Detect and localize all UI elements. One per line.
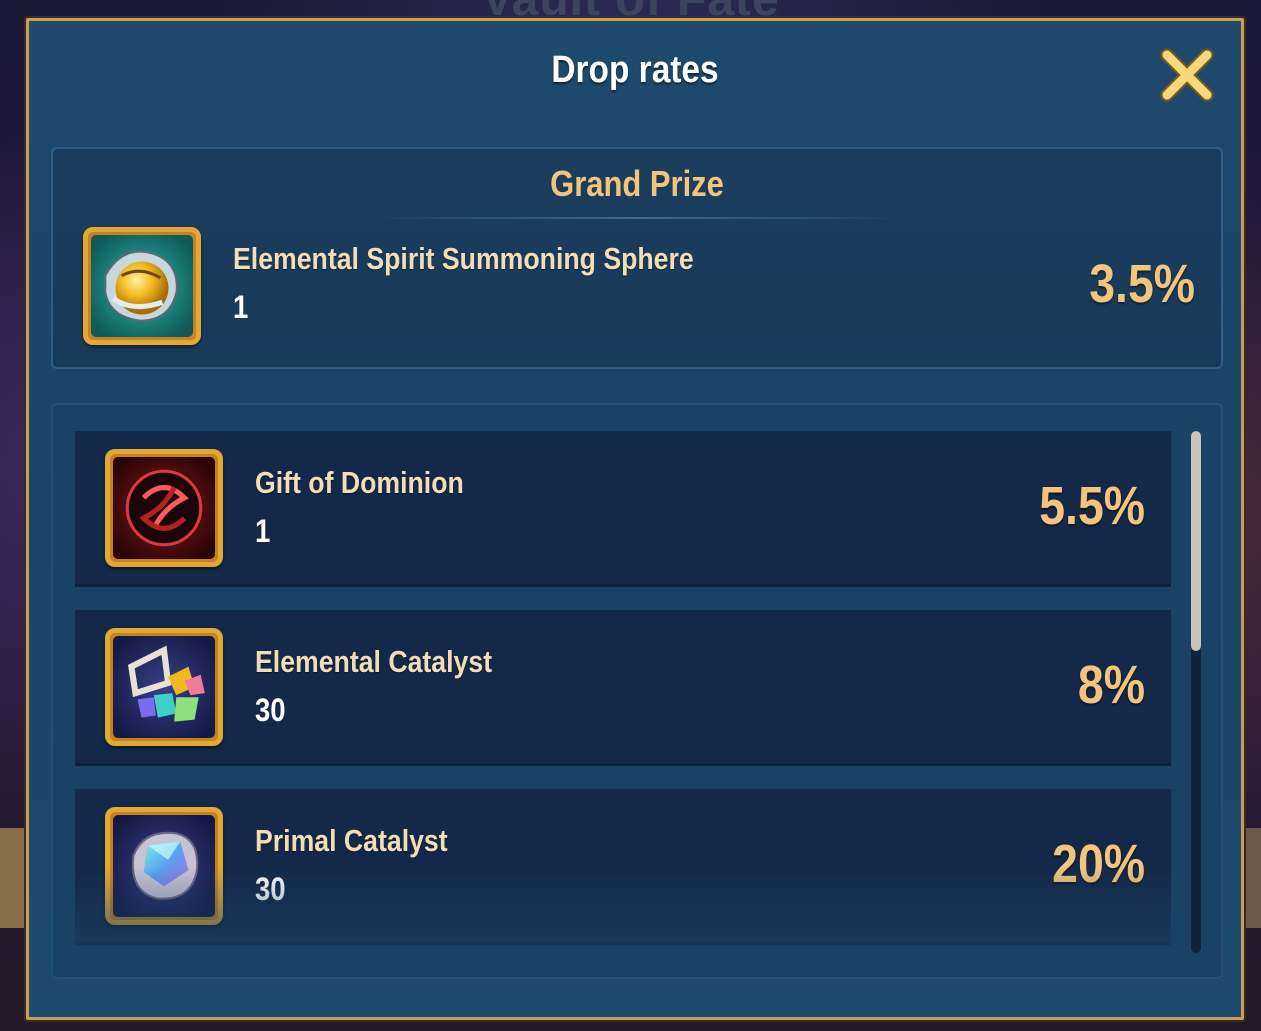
- background-tab-right: [1243, 828, 1261, 928]
- item-quantity: 1: [255, 513, 271, 549]
- item-quantity: 30: [255, 692, 286, 728]
- item-quantity: 30: [255, 871, 286, 907]
- item-name: Gift of Dominion: [255, 465, 464, 500]
- grand-prize-item-name: Elemental Spirit Summoning Sphere: [233, 241, 694, 276]
- grand-prize-divider: [373, 217, 903, 219]
- list-item: Elemental Catalyst 30 8%: [75, 610, 1171, 766]
- background-tab-left: [0, 828, 28, 928]
- grand-prize-item-rate: 3.5%: [1089, 254, 1195, 314]
- scrollbar-track[interactable]: [1191, 431, 1201, 953]
- grand-prize-item-icon-frame[interactable]: [83, 227, 201, 345]
- close-button[interactable]: [1159, 47, 1215, 103]
- item-rate: 8%: [1077, 655, 1145, 715]
- item-icon-frame[interactable]: [105, 449, 223, 567]
- item-rate: 5.5%: [1039, 476, 1145, 536]
- grand-prize-panel: Grand Prize Elemental Spirit Summoning S…: [51, 147, 1223, 369]
- list-item: Gift of Dominion 1 5.5%: [75, 431, 1171, 587]
- item-icon-frame[interactable]: [105, 807, 223, 925]
- drop-rates-list[interactable]: Gift of Dominion 1 5.5% Elemental Cataly…: [51, 403, 1223, 979]
- close-x-icon: [1160, 48, 1214, 102]
- item-icon-frame[interactable]: [105, 628, 223, 746]
- grand-prize-heading: Grand Prize: [550, 163, 724, 204]
- dominion-orb-icon: [113, 457, 215, 559]
- item-rate: 20%: [1052, 834, 1145, 894]
- dialog-title: Drop rates: [551, 49, 719, 91]
- list-item: Primal Catalyst 30 20%: [75, 789, 1171, 945]
- item-name: Elemental Catalyst: [255, 644, 493, 679]
- item-name: Primal Catalyst: [255, 823, 448, 858]
- elemental-catalyst-icon: [113, 636, 215, 738]
- spirit-sphere-icon: [91, 235, 193, 337]
- drop-rates-dialog: Drop rates Grand Prize Elemental Spirit …: [26, 18, 1244, 1020]
- primal-catalyst-icon: [113, 815, 215, 917]
- grand-prize-item-quantity: 1: [233, 289, 249, 325]
- scrollbar-thumb[interactable]: [1191, 431, 1201, 651]
